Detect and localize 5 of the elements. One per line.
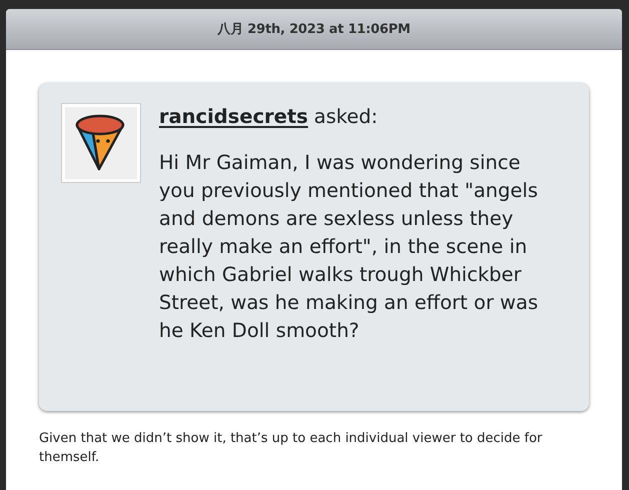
question-text: Hi Mr Gaiman, I was wondering since you previously mentioned that "angels and demons are sexless unless they really make an effort", in the scene in which Gabriel walks trough Whickber Street, was he making an effort or was he Ken Doll smooth? [159, 150, 539, 344]
answer-text: Given that we didn’t show it, that’s up to each individual viewer to decide for themself. [39, 430, 544, 467]
post-date: 八月 29th, 2023 at 11:06PM [218, 21, 410, 38]
asked-label: asked: [314, 104, 378, 130]
username-link[interactable]: rancidsecrets [159, 103, 308, 131]
